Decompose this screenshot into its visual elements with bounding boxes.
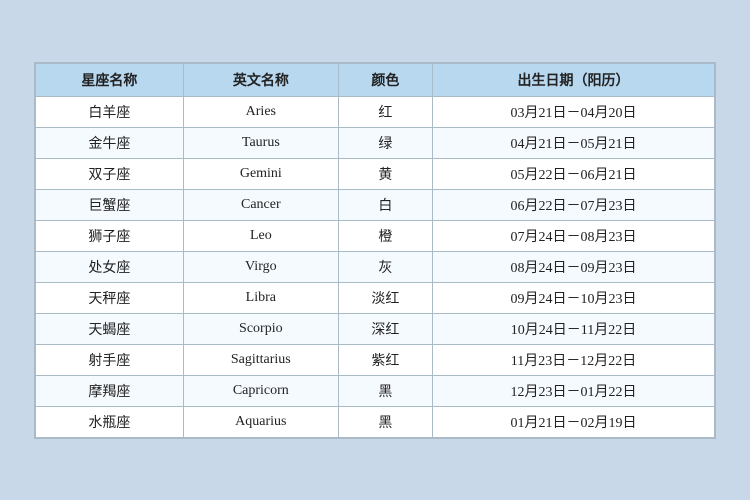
cell-color: 紫红 — [338, 344, 432, 375]
table-body: 白羊座Aries红03月21日－04月20日金牛座Taurus绿04月21日－0… — [36, 96, 715, 437]
table-row: 狮子座Leo橙07月24日－08月23日 — [36, 220, 715, 251]
cell-english-name: Leo — [183, 220, 338, 251]
cell-english-name: Sagittarius — [183, 344, 338, 375]
cell-dates: 08月24日－09月23日 — [432, 251, 714, 282]
cell-english-name: Taurus — [183, 127, 338, 158]
cell-dates: 04月21日－05月21日 — [432, 127, 714, 158]
cell-color: 白 — [338, 189, 432, 220]
table-row: 巨蟹座Cancer白06月22日－07月23日 — [36, 189, 715, 220]
zodiac-table-container: 星座名称 英文名称 颜色 出生日期（阳历） 白羊座Aries红03月21日－04… — [34, 62, 716, 439]
table-row: 处女座Virgo灰08月24日－09月23日 — [36, 251, 715, 282]
table-row: 天蝎座Scorpio深红10月24日－11月22日 — [36, 313, 715, 344]
cell-english-name: Libra — [183, 282, 338, 313]
header-dates: 出生日期（阳历） — [432, 63, 714, 96]
cell-dates: 03月21日－04月20日 — [432, 96, 714, 127]
cell-dates: 10月24日－11月22日 — [432, 313, 714, 344]
cell-dates: 11月23日－12月22日 — [432, 344, 714, 375]
cell-color: 灰 — [338, 251, 432, 282]
cell-english-name: Scorpio — [183, 313, 338, 344]
cell-chinese-name: 水瓶座 — [36, 406, 184, 437]
header-english-name: 英文名称 — [183, 63, 338, 96]
table-row: 摩羯座Capricorn黑12月23日－01月22日 — [36, 375, 715, 406]
cell-chinese-name: 摩羯座 — [36, 375, 184, 406]
cell-color: 绿 — [338, 127, 432, 158]
cell-dates: 12月23日－01月22日 — [432, 375, 714, 406]
table-row: 天秤座Libra淡红09月24日－10月23日 — [36, 282, 715, 313]
cell-dates: 01月21日－02月19日 — [432, 406, 714, 437]
cell-chinese-name: 白羊座 — [36, 96, 184, 127]
cell-chinese-name: 射手座 — [36, 344, 184, 375]
cell-dates: 07月24日－08月23日 — [432, 220, 714, 251]
cell-color: 黄 — [338, 158, 432, 189]
cell-chinese-name: 天秤座 — [36, 282, 184, 313]
cell-english-name: Gemini — [183, 158, 338, 189]
cell-color: 深红 — [338, 313, 432, 344]
cell-chinese-name: 狮子座 — [36, 220, 184, 251]
cell-dates: 09月24日－10月23日 — [432, 282, 714, 313]
header-chinese-name: 星座名称 — [36, 63, 184, 96]
cell-chinese-name: 处女座 — [36, 251, 184, 282]
zodiac-table: 星座名称 英文名称 颜色 出生日期（阳历） 白羊座Aries红03月21日－04… — [35, 63, 715, 438]
cell-color: 橙 — [338, 220, 432, 251]
table-row: 水瓶座Aquarius黑01月21日－02月19日 — [36, 406, 715, 437]
cell-chinese-name: 双子座 — [36, 158, 184, 189]
cell-chinese-name: 巨蟹座 — [36, 189, 184, 220]
cell-color: 黑 — [338, 375, 432, 406]
cell-dates: 05月22日－06月21日 — [432, 158, 714, 189]
cell-color: 淡红 — [338, 282, 432, 313]
table-row: 射手座Sagittarius紫红11月23日－12月22日 — [36, 344, 715, 375]
cell-english-name: Cancer — [183, 189, 338, 220]
cell-color: 红 — [338, 96, 432, 127]
table-row: 白羊座Aries红03月21日－04月20日 — [36, 96, 715, 127]
cell-color: 黑 — [338, 406, 432, 437]
table-row: 双子座Gemini黄05月22日－06月21日 — [36, 158, 715, 189]
table-header-row: 星座名称 英文名称 颜色 出生日期（阳历） — [36, 63, 715, 96]
cell-english-name: Capricorn — [183, 375, 338, 406]
cell-english-name: Aries — [183, 96, 338, 127]
cell-english-name: Aquarius — [183, 406, 338, 437]
cell-chinese-name: 金牛座 — [36, 127, 184, 158]
header-color: 颜色 — [338, 63, 432, 96]
cell-chinese-name: 天蝎座 — [36, 313, 184, 344]
cell-dates: 06月22日－07月23日 — [432, 189, 714, 220]
cell-english-name: Virgo — [183, 251, 338, 282]
table-row: 金牛座Taurus绿04月21日－05月21日 — [36, 127, 715, 158]
